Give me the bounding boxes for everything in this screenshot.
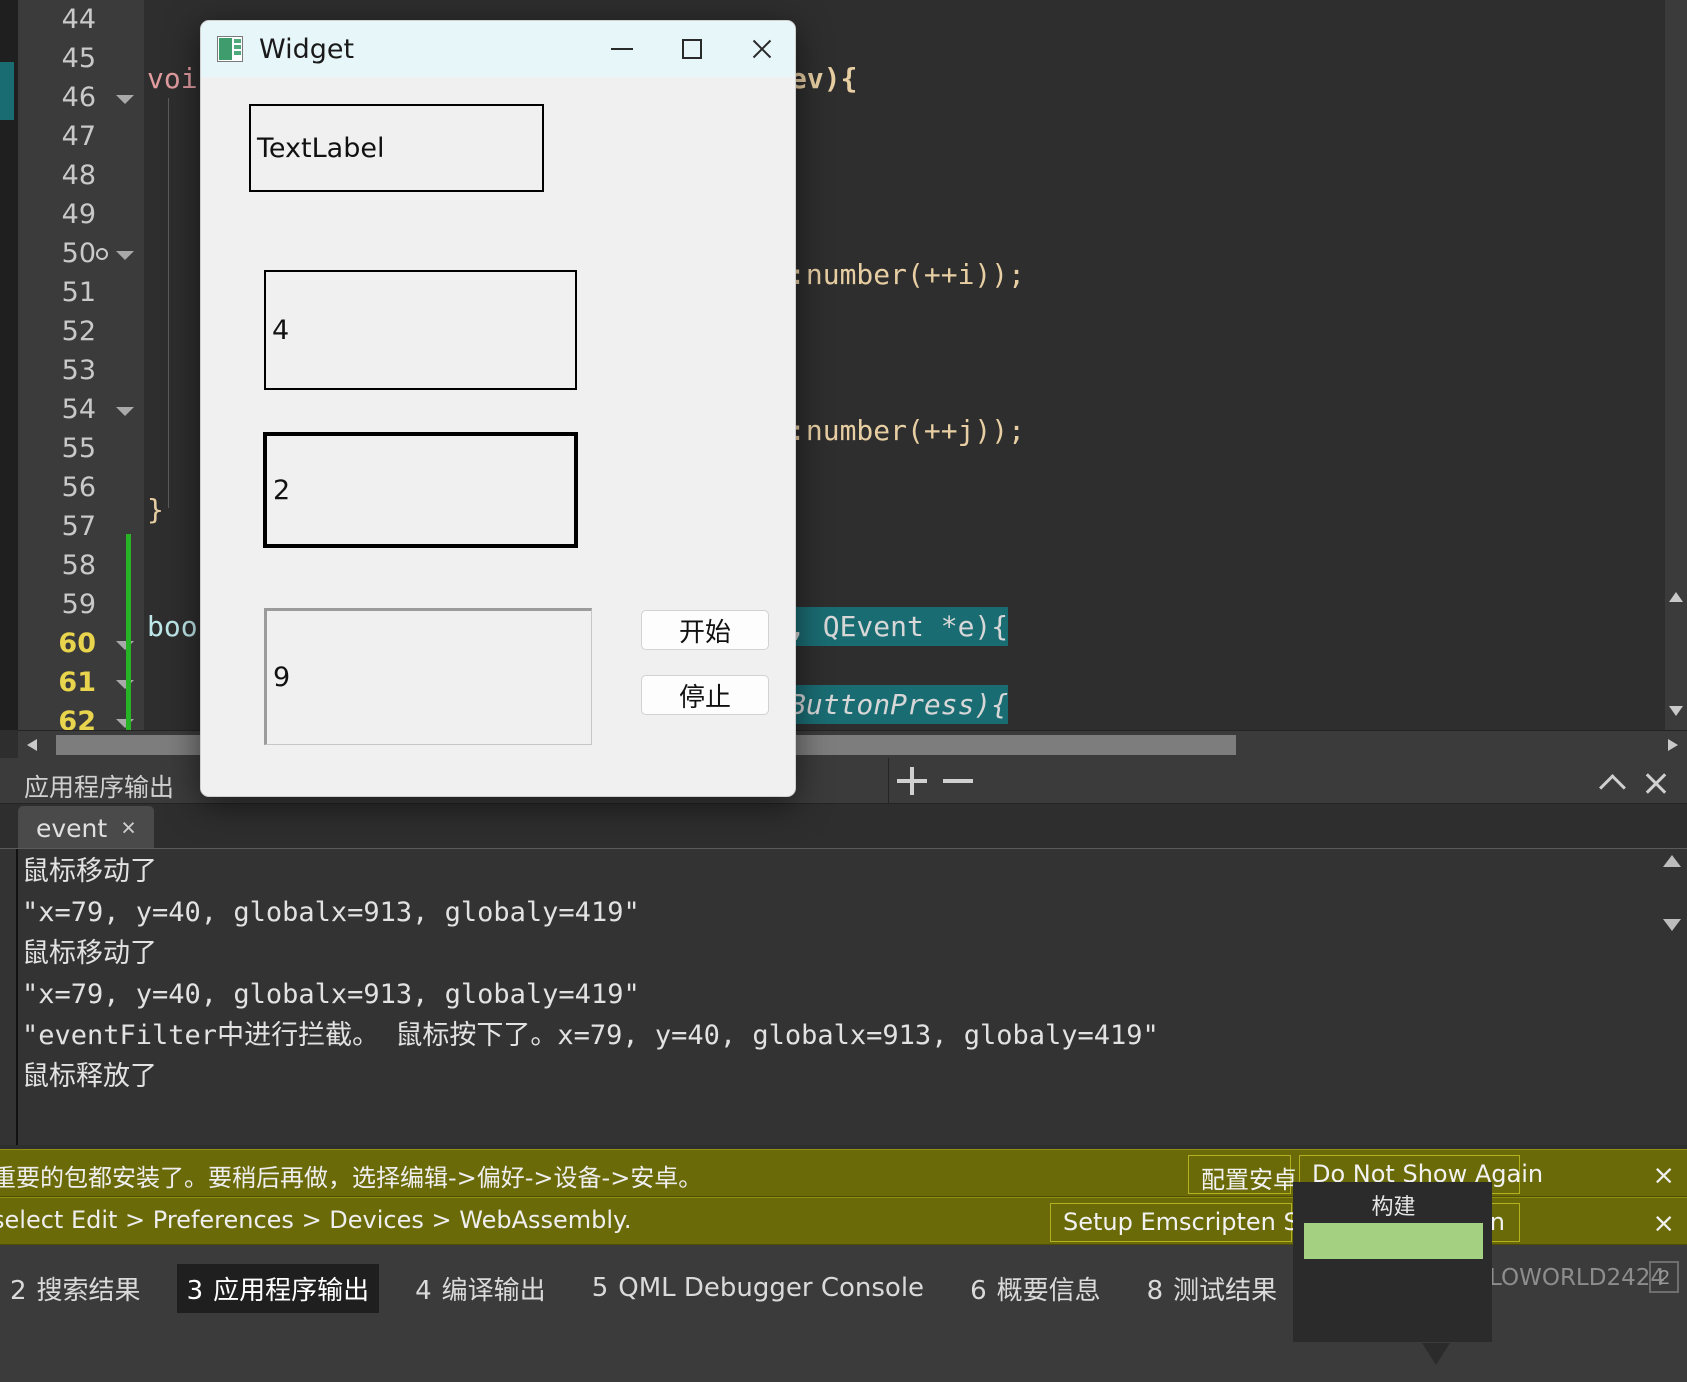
code-token-bool: boo — [147, 610, 198, 643]
code-line-57-brace: } — [147, 493, 164, 526]
text-label: TextLabel — [249, 104, 544, 192]
output-panel-title: 应用程序输出 — [24, 773, 175, 802]
scroll-up-icon[interactable] — [1663, 855, 1681, 867]
window-client-area: TextLabel 4 2 9 开始 停止 — [201, 77, 795, 796]
code-line-46-tail: ev){ — [790, 62, 858, 95]
console-line: 鼠标释放了 — [22, 1061, 157, 1092]
status-badge: 2 — [1649, 1261, 1679, 1293]
console-line: "x=79, y=40, globalx=913, globaly=419" — [22, 979, 640, 1010]
app-root: 44 45 46 47 48 49 50 51 52 53 54 55 56 57 58 59 60 61 62 v… — [0, 0, 1687, 1382]
status-tab-5[interactable]: 5 QML Debugger Console — [582, 1267, 934, 1309]
console-tab-label: event — [36, 813, 108, 843]
status-tab-label: 概要信息 — [996, 1275, 1101, 1306]
scroll-left-icon[interactable] — [18, 731, 46, 759]
status-tab-number: 2 — [10, 1275, 27, 1306]
qt-widget-window[interactable]: Widget TextLabel 4 2 9 开始 停止 — [200, 20, 796, 797]
build-progress-fill — [1304, 1223, 1483, 1259]
start-button[interactable]: 开始 — [641, 610, 769, 650]
notification-text: 重要的包都安装了。要稍后再做，选择编辑->偏好->设备->安卓。 — [0, 1164, 703, 1192]
status-tab-8[interactable]: 8 测试结果 — [1137, 1264, 1288, 1313]
status-tab-label: QML Debugger Console — [618, 1273, 925, 1303]
counter-j-label: 2 — [263, 432, 578, 548]
console-text: 鼠标移动了 "x=79, y=40, globalx=913, globaly=4… — [22, 851, 1647, 1097]
console-tab-event[interactable]: event × — [18, 806, 154, 850]
status-tab-label: 搜索结果 — [36, 1275, 141, 1306]
scroll-down-icon[interactable] — [1663, 919, 1681, 931]
fold-arrow-icon[interactable] — [116, 718, 134, 728]
build-progress-popup: 构建 — [1293, 1182, 1492, 1365]
console-line: "x=79, y=40, globalx=913, globaly=419" — [22, 897, 640, 928]
setup-emscripten-sdk-button[interactable]: Setup Emscripten SDK — [1050, 1203, 1333, 1242]
status-tab-2[interactable]: 2 搜索结果 — [0, 1264, 151, 1313]
status-tab-3[interactable]: 3 应用程序输出 — [176, 1263, 380, 1313]
build-popup-title: 构建 — [1371, 1195, 1416, 1220]
scroll-right-icon[interactable] — [1659, 731, 1687, 759]
status-tab-number: 5 — [591, 1273, 609, 1303]
editor-change-bar — [126, 0, 131, 730]
console-left-border — [16, 849, 18, 1145]
counter-i-label: 4 — [264, 270, 577, 390]
panel-separator — [888, 758, 889, 804]
maximize-icon[interactable] — [657, 21, 727, 77]
editor-left-marker — [0, 62, 14, 120]
close-icon[interactable]: × — [121, 814, 136, 843]
window-title: Widget — [259, 33, 355, 65]
window-controls — [587, 21, 795, 77]
console-line: 鼠标移动了 — [22, 856, 157, 887]
status-tab-label: 编译输出 — [441, 1275, 546, 1306]
minus-icon[interactable] — [938, 762, 978, 800]
stop-button[interactable]: 停止 — [641, 675, 769, 715]
close-icon[interactable]: × — [1652, 1160, 1675, 1191]
app-window-icon — [217, 36, 243, 62]
status-tab-label: 测试结果 — [1173, 1275, 1278, 1306]
fold-arrow-icon[interactable] — [116, 94, 134, 104]
build-progress-track — [1304, 1223, 1483, 1259]
status-tab-number: 6 — [970, 1275, 987, 1306]
popup-tail — [1422, 1343, 1450, 1365]
status-tab-number: 4 — [415, 1275, 432, 1306]
console-scrollbar[interactable] — [1659, 849, 1687, 1145]
close-icon[interactable] — [727, 21, 795, 77]
console-line: "eventFilter中进行拦截。 鼠标按下了。x=79, y=40, glo… — [22, 1020, 1159, 1051]
fold-arrow-icon[interactable] — [116, 679, 134, 689]
close-icon[interactable] — [1643, 770, 1669, 796]
code-line-60-tail: , QEvent *e){ — [789, 607, 1009, 646]
code-line-55-tail: :number(++j)); — [789, 414, 1026, 447]
scroll-up-icon[interactable] — [1669, 592, 1683, 602]
close-icon[interactable]: × — [1652, 1208, 1675, 1239]
fold-arrow-icon[interactable] — [116, 640, 134, 650]
window-title-bar[interactable]: Widget — [201, 21, 795, 77]
editor-left-strip — [0, 0, 18, 730]
status-tab-6[interactable]: 6 概要信息 — [960, 1264, 1111, 1313]
code-line-62-tail: ButtonPress){ — [789, 685, 1009, 724]
code-line-51-tail: :number(++i)); — [789, 258, 1026, 291]
status-tab-number: 8 — [1146, 1275, 1164, 1306]
plus-icon[interactable] — [892, 762, 932, 800]
console-tab-bar: event × — [0, 804, 1687, 850]
chevron-up-icon[interactable] — [1603, 772, 1625, 794]
code-token-void: voi — [147, 62, 198, 95]
editor-vertical-scrollbar[interactable] — [1665, 0, 1687, 730]
fold-arrow-icon[interactable] — [116, 250, 134, 260]
status-tab-number: 3 — [186, 1275, 204, 1306]
status-tab-label: 应用程序输出 — [213, 1275, 370, 1306]
console-output[interactable]: 鼠标移动了 "x=79, y=40, globalx=913, globaly=4… — [0, 848, 1687, 1145]
status-tab-4[interactable]: 4 编译输出 — [405, 1264, 556, 1313]
indent-guide — [168, 98, 169, 508]
notification-text: select Edit > Preferences > Devices > We… — [0, 1206, 632, 1234]
fold-arrow-icon[interactable] — [116, 406, 134, 416]
breakpoint-icon[interactable] — [96, 247, 108, 260]
minimize-icon[interactable] — [587, 21, 657, 77]
counter-k-label: 9 — [264, 608, 592, 745]
configure-android-button[interactable]: 配置安卓 — [1188, 1155, 1297, 1194]
console-line: 鼠标移动了 — [22, 938, 157, 969]
scroll-down-icon[interactable] — [1669, 706, 1683, 716]
status-tab-list[interactable]: 2 搜索结果 3 应用程序输出 4 编译输出 5 QML Debugger Console 6 概… — [0, 1261, 1339, 1315]
